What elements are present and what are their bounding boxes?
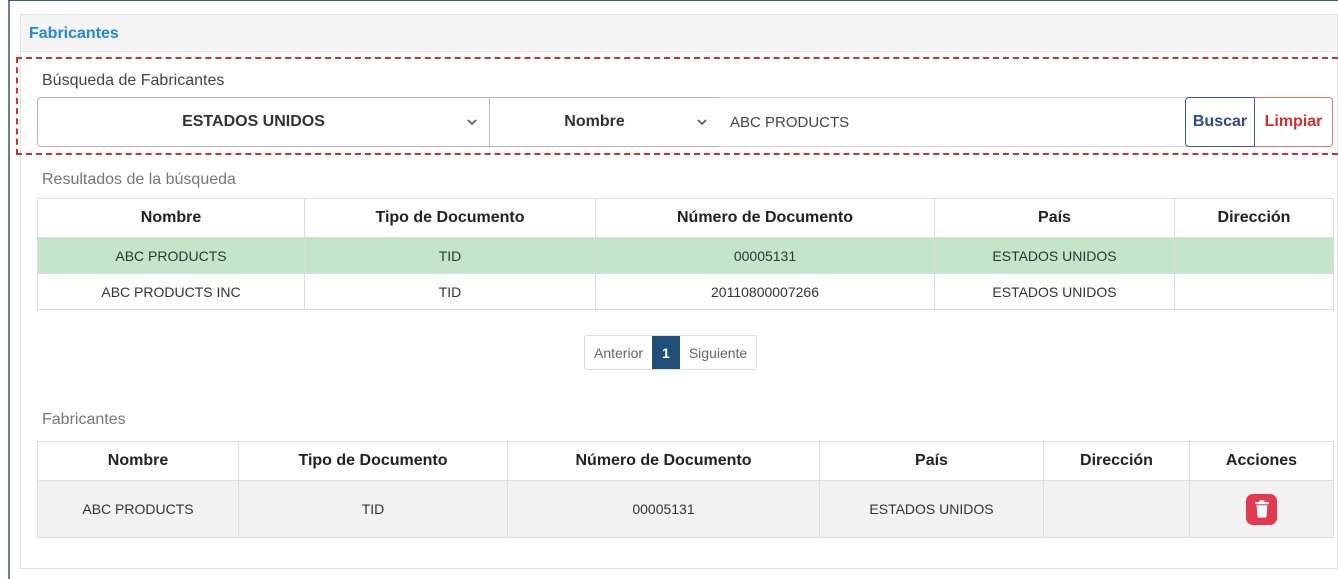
delete-button[interactable] bbox=[1246, 493, 1277, 525]
cell-tipo-documento: TID bbox=[304, 273, 596, 310]
cell-direccion bbox=[1174, 273, 1334, 310]
cell-direccion bbox=[1043, 480, 1190, 538]
cell-nombre: ABC PRODUCTS INC bbox=[37, 273, 305, 310]
cell-tipo-documento: TID bbox=[304, 237, 596, 274]
window-left-border bbox=[8, 0, 10, 579]
cell-pais: ESTADOS UNIDOS bbox=[819, 480, 1044, 538]
column-header[interactable]: Dirección bbox=[1174, 198, 1334, 238]
country-select[interactable]: ESTADOS UNIDOS bbox=[37, 97, 490, 147]
cell-pais: ESTADOS UNIDOS bbox=[934, 237, 1175, 274]
column-header[interactable]: Número de Documento bbox=[507, 441, 820, 481]
pagination-previous[interactable]: Anterior bbox=[585, 336, 652, 369]
search-field-select-value: Nombre bbox=[564, 113, 625, 130]
manufacturers-table: Nombre Tipo de Documento Número de Docum… bbox=[37, 441, 1334, 538]
column-header[interactable]: Número de Documento bbox=[595, 198, 935, 238]
column-header[interactable]: Tipo de Documento bbox=[238, 441, 508, 481]
column-header: Acciones bbox=[1189, 441, 1334, 481]
results-section-label: Resultados de la búsqueda bbox=[42, 171, 236, 188]
column-header[interactable]: Tipo de Documento bbox=[304, 198, 596, 238]
search-section-label: Búsqueda de Fabricantes bbox=[42, 72, 225, 89]
clear-button[interactable]: Limpiar bbox=[1255, 97, 1333, 147]
panel-title: Fabricantes bbox=[29, 25, 119, 42]
column-header[interactable]: Nombre bbox=[37, 198, 305, 238]
search-field-select[interactable]: Nombre bbox=[489, 97, 720, 147]
window-top-border bbox=[8, 0, 1338, 1]
search-button[interactable]: Buscar bbox=[1185, 97, 1255, 147]
results-header-row: Nombre Tipo de Documento Número de Docum… bbox=[37, 198, 1334, 238]
cell-direccion bbox=[1174, 237, 1334, 274]
manufacturers-section-label: Fabricantes bbox=[42, 411, 126, 428]
cell-nombre: ABC PRODUCTS bbox=[37, 480, 239, 538]
pagination-page-current[interactable]: 1 bbox=[652, 336, 680, 369]
cell-numero-documento: 00005131 bbox=[595, 237, 935, 274]
cell-tipo-documento: TID bbox=[238, 480, 508, 538]
column-header[interactable]: Nombre bbox=[37, 441, 239, 481]
panel-header: Fabricantes bbox=[21, 15, 1337, 52]
column-header[interactable]: País bbox=[934, 198, 1175, 238]
country-select-value: ESTADOS UNIDOS bbox=[182, 113, 325, 130]
cell-nombre: ABC PRODUCTS bbox=[37, 237, 305, 274]
pagination: Anterior 1 Siguiente bbox=[584, 335, 758, 370]
chevron-down-icon bbox=[467, 119, 477, 126]
column-header[interactable]: País bbox=[819, 441, 1044, 481]
pagination-next[interactable]: Siguiente bbox=[680, 336, 756, 369]
table-row-selected[interactable]: ABC PRODUCTS TID 00005131 ESTADOS UNIDOS bbox=[37, 237, 1334, 274]
panel-bottom-divider bbox=[20, 568, 1338, 569]
cell-pais: ESTADOS UNIDOS bbox=[934, 273, 1175, 310]
manufacturers-header-row: Nombre Tipo de Documento Número de Docum… bbox=[37, 441, 1334, 481]
cell-numero-documento: 20110800007266 bbox=[595, 273, 935, 310]
table-row[interactable]: ABC PRODUCTS INC TID 20110800007266 ESTA… bbox=[37, 273, 1334, 310]
column-header[interactable]: Dirección bbox=[1043, 441, 1190, 481]
table-row: ABC PRODUCTS TID 00005131 ESTADOS UNIDOS bbox=[37, 480, 1334, 538]
trash-icon bbox=[1254, 500, 1269, 518]
cell-acciones bbox=[1189, 480, 1334, 538]
cell-numero-documento: 00005131 bbox=[507, 480, 820, 538]
results-table: Nombre Tipo de Documento Número de Docum… bbox=[37, 198, 1334, 310]
chevron-down-icon bbox=[697, 119, 707, 126]
search-input[interactable]: ABC PRODUCTS bbox=[719, 97, 1189, 147]
